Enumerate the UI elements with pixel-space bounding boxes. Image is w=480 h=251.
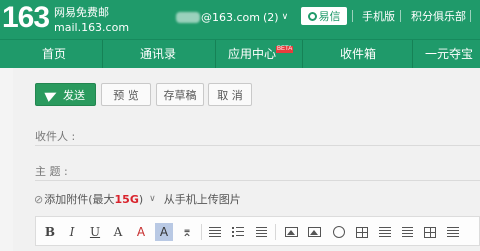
bullet-list-icon[interactable] [229, 223, 247, 241]
yixin-icon [307, 11, 317, 21]
account-menu[interactable]: @163.com (2) ∨ [176, 10, 288, 24]
font-color-button[interactable]: A [132, 223, 150, 241]
emoji-icon[interactable] [330, 223, 348, 241]
send-icon [44, 87, 59, 102]
account-name-redacted [176, 11, 200, 23]
underline-button[interactable]: U [86, 223, 104, 241]
subject-input[interactable] [101, 161, 480, 179]
beta-badge: BETA [276, 46, 294, 53]
nav-contacts[interactable]: 通讯录 [120, 40, 196, 69]
italic-button[interactable]: I [63, 223, 81, 241]
save-draft-button[interactable]: 存草稿 [156, 83, 204, 106]
nav-inbox[interactable]: 收件箱 [320, 40, 396, 69]
yixin-button[interactable]: 易信 [301, 7, 347, 25]
chevron-down-icon: ∨ [281, 12, 289, 22]
recipient-label: 收件人 : [35, 130, 76, 143]
nav-app-center[interactable]: 应用中心 [222, 40, 282, 69]
indent-icon[interactable] [252, 223, 270, 241]
header-divider [470, 10, 471, 22]
logo-text[interactable]: 网易免费邮 [54, 6, 109, 19]
recipient-input[interactable] [101, 126, 480, 144]
main-nav: 首页 通讯录 应用中心 BETA 收件箱 一元夺宝 [0, 39, 480, 69]
attach-limit-value: 15G [114, 192, 139, 206]
yixin-label: 易信 [318, 10, 341, 23]
nav-divider [215, 40, 216, 69]
paperclip-icon: ⊘ [34, 192, 44, 206]
header-divider [352, 10, 353, 22]
more-icon[interactable] [376, 223, 394, 241]
send-label: 发送 [63, 88, 85, 102]
editor-toolbar: B I U A A A ⌆ [35, 216, 480, 246]
screenshot-icon[interactable] [305, 223, 323, 241]
upload-from-phone-link[interactable]: 从手机上传图片 [164, 191, 241, 207]
preview-button[interactable]: 预 览 [101, 83, 151, 106]
toolbar-divider [201, 224, 202, 240]
field-divider [35, 145, 480, 146]
insert-image-icon[interactable] [282, 223, 300, 241]
add-attachment-link[interactable]: 添加附件 [44, 191, 88, 207]
attach-limit-suffix: ) [138, 192, 144, 206]
field-divider [35, 180, 480, 181]
signature-icon[interactable] [398, 223, 416, 241]
nav-one-yuan[interactable]: 一元夺宝 [418, 40, 480, 69]
toolbar-divider [275, 224, 276, 240]
chevron-down-icon[interactable]: ∨ [149, 194, 156, 204]
stationery-icon[interactable] [421, 223, 439, 241]
text-mode-icon[interactable] [444, 223, 462, 241]
cancel-button[interactable]: 取 消 [208, 83, 252, 106]
header-divider [400, 10, 401, 22]
font-size-button[interactable]: A [109, 223, 127, 241]
align-left-icon[interactable] [206, 223, 224, 241]
bold-button[interactable]: B [41, 223, 59, 241]
highlight-button[interactable]: A [155, 223, 173, 241]
attachment-row: ⊘ 添加附件 (最大 15G ) ∨ 从手机上传图片 [34, 191, 241, 207]
nav-divider [102, 40, 103, 69]
points-club-link[interactable]: 积分俱乐部 [411, 10, 466, 24]
logo-url[interactable]: mail.163.com [54, 21, 129, 34]
nav-home[interactable]: 首页 [24, 40, 84, 69]
table-icon[interactable] [353, 223, 371, 241]
account-domain: @163.com [201, 10, 260, 24]
nav-divider [412, 40, 413, 69]
subject-label: 主 题 : [35, 165, 68, 178]
mobile-version-link[interactable]: 手机版 [362, 10, 395, 24]
compose-panel: 发送 预 览 存草稿 取 消 收件人 : 主 题 : ⊘ 添加附件 (最大 15… [13, 68, 480, 251]
nav-divider [302, 40, 303, 69]
unread-count: (2) [263, 10, 279, 24]
send-button[interactable]: 发送 [35, 83, 96, 106]
logo-number[interactable]: 163 [2, 1, 50, 35]
format-brush-icon[interactable]: ⌆ [178, 223, 196, 241]
top-header: 163 网易免费邮 mail.163.com @163.com (2) ∨ 易信… [0, 0, 480, 39]
attach-limit-prefix: (最大 [88, 193, 115, 206]
